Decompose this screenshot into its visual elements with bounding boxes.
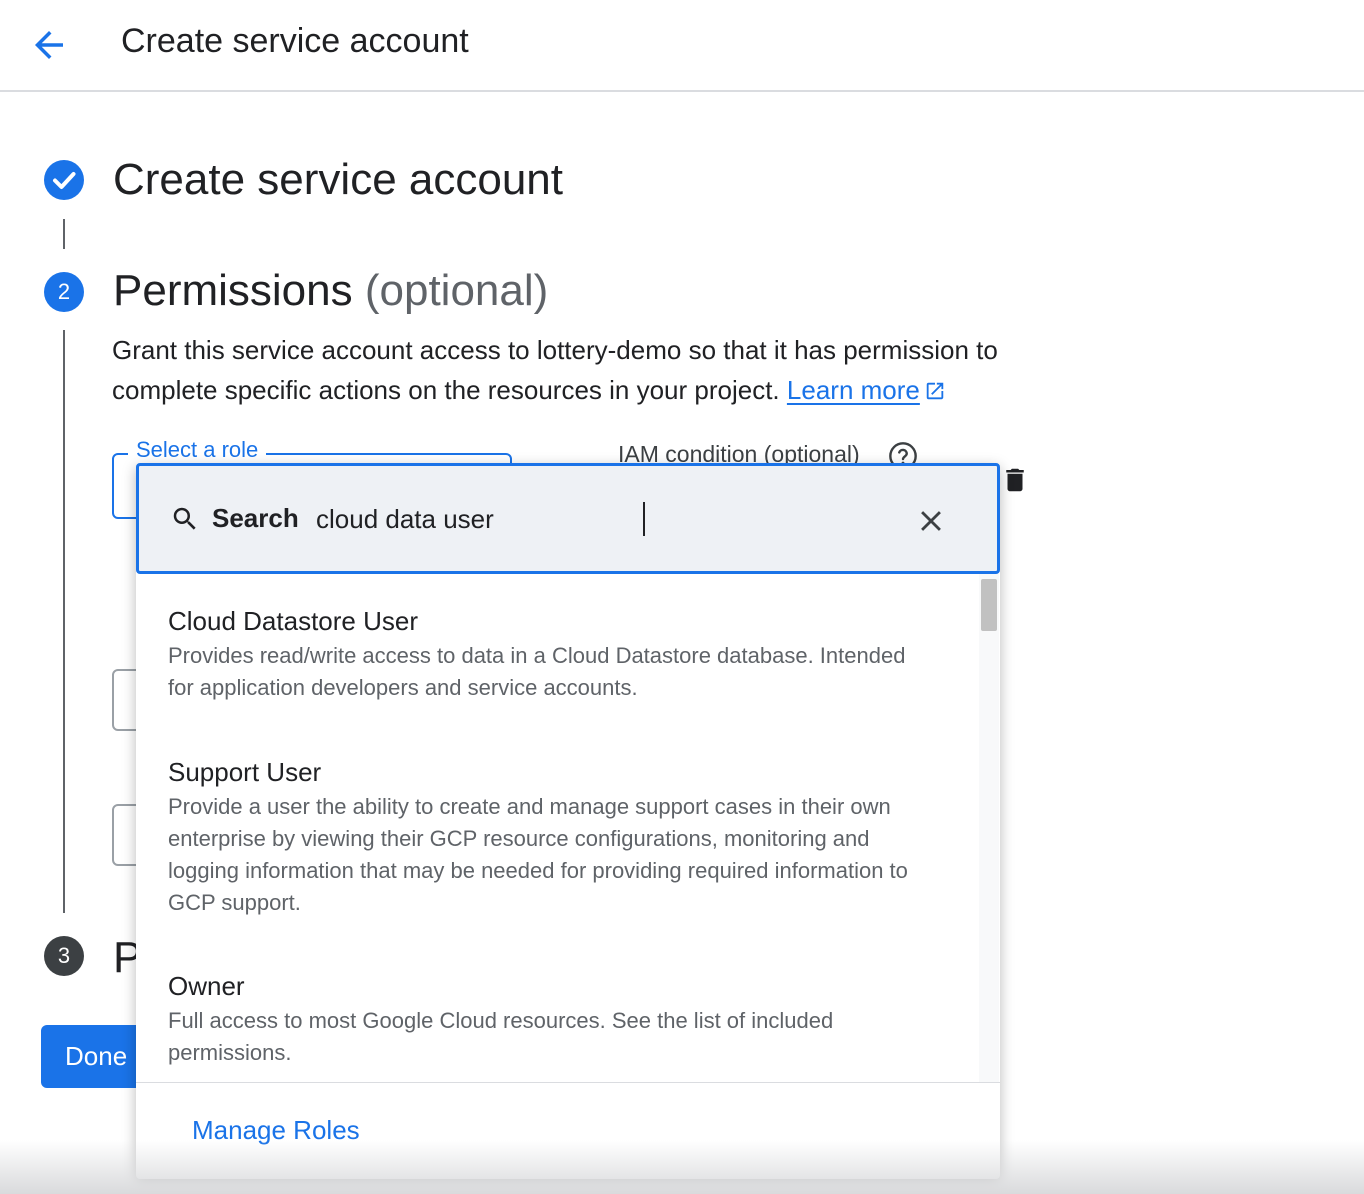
open-in-new-icon: [926, 382, 944, 400]
scrollbar-thumb[interactable]: [981, 579, 997, 631]
role-search-box: Search: [136, 463, 1000, 574]
search-icon: [173, 507, 196, 530]
step-2-title: Permissions (optional): [113, 266, 548, 316]
check-circle-icon: [53, 172, 76, 189]
bottom-shadow: [0, 1140, 1364, 1194]
step-connector: [63, 219, 65, 249]
step-1-complete-indicator: [44, 160, 84, 200]
learn-more-text: Learn more: [786, 375, 920, 405]
role-option-title: Support User: [168, 757, 322, 787]
select-role-label: Select a role: [128, 437, 267, 463]
top-app-bar: Create service account: [0, 0, 1364, 92]
role-option-title: Owner: [168, 971, 245, 1001]
role-option-owner[interactable]: Owner Full access to most Google Cloud r…: [168, 969, 928, 1069]
page-title: Create service account: [121, 22, 469, 60]
step-connector: [63, 330, 65, 913]
role-dropdown: Search Cloud Datastore User Provides rea…: [136, 463, 1000, 1179]
step-2-optional-label: (optional): [364, 266, 549, 315]
step-2-title-text: Permissions: [113, 266, 353, 315]
delete-icon[interactable]: [1000, 464, 1030, 496]
role-search-input[interactable]: [316, 496, 896, 542]
text-caret: [643, 502, 645, 536]
role-option-title: Cloud Datastore User: [168, 606, 418, 636]
learn-more-link[interactable]: Learn more: [787, 375, 920, 405]
divider: [136, 1082, 1000, 1083]
role-option-description: Provides read/write access to data in a …: [168, 643, 906, 700]
role-option-description: Full access to most Google Cloud resourc…: [168, 1008, 834, 1065]
close-icon[interactable]: [914, 504, 948, 538]
role-option-description: Provide a user the ability to create and…: [168, 794, 908, 915]
arrow-back-icon: [35, 31, 63, 59]
permissions-description: Grant this service account access to lot…: [112, 330, 1072, 410]
role-options-list: Cloud Datastore User Provides read/write…: [136, 574, 1000, 1082]
step-2-indicator: 2: [44, 272, 84, 312]
step-3-indicator: 3: [44, 936, 84, 976]
scrollbar-track[interactable]: [979, 574, 999, 1082]
search-label: Search: [212, 503, 299, 533]
role-option-support-user[interactable]: Support User Provide a user the ability …: [168, 755, 928, 919]
step-1-title[interactable]: Create service account: [113, 155, 563, 205]
role-option-cloud-datastore-user[interactable]: Cloud Datastore User Provides read/write…: [168, 604, 928, 704]
back-button[interactable]: [28, 24, 70, 66]
